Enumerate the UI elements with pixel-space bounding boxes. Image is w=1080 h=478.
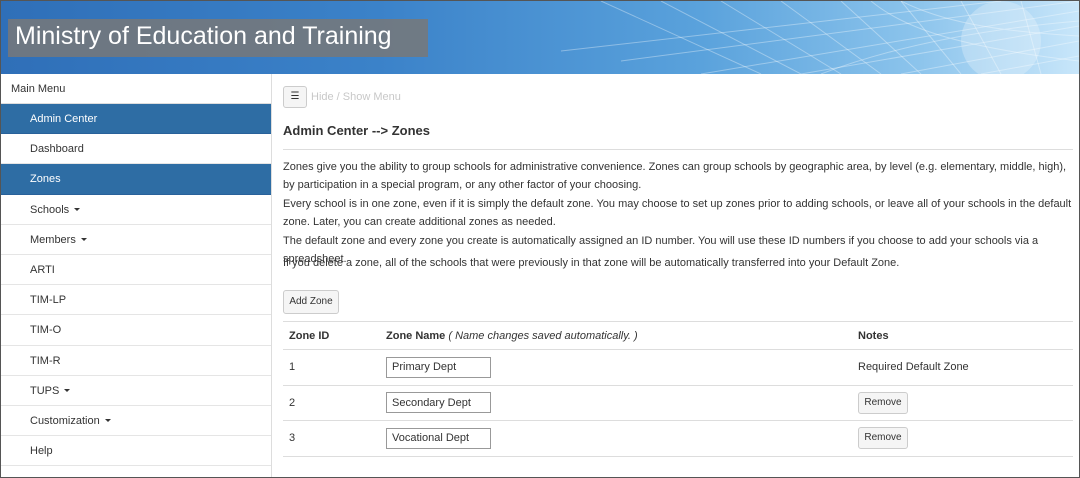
caret-down-icon xyxy=(74,208,81,212)
app-frame: Ministry of Education and Training Main … xyxy=(0,0,1080,478)
sidebar-item-help[interactable]: Help xyxy=(1,436,271,467)
sidebar-item-arti[interactable]: ARTI xyxy=(1,254,271,286)
table-header-row: Zone ID Zone Name ( Name changes saved a… xyxy=(283,321,1073,350)
zone-name-header-label: Zone Name xyxy=(386,329,446,342)
sidebar-item-schools[interactable]: Schools xyxy=(1,194,271,225)
sidebar-item-label: TIM-O xyxy=(30,324,62,337)
sidebar-item-admin-center[interactable]: Admin Center xyxy=(1,104,271,135)
sidebar-item-label: Admin Center xyxy=(30,113,98,125)
sidebar-item-zones[interactable]: Zones xyxy=(1,164,271,195)
zone-name-cell xyxy=(380,385,852,421)
column-header-notes: Notes xyxy=(852,321,1073,350)
caret-down-icon xyxy=(64,389,71,393)
intro-paragraph: Zones give you the ability to group scho… xyxy=(283,161,1067,191)
sidebar-item-tim-r[interactable]: TIM-R xyxy=(1,345,271,376)
zone-name-input[interactable] xyxy=(386,356,491,378)
zone-id-cell: 2 xyxy=(283,385,380,421)
sidebar-item-tim-o[interactable]: TIM-O xyxy=(1,315,271,346)
sidebar: Main Menu Admin Center Dashboard Zones S… xyxy=(1,74,272,477)
page-title: Admin Center --> Zones xyxy=(283,123,430,138)
zone-name-cell xyxy=(380,349,852,386)
hamburger-icon: ☰ xyxy=(290,91,300,102)
sidebar-item-customization[interactable]: Customization xyxy=(1,405,271,437)
table-row: 2 Remove xyxy=(283,385,1073,421)
intro-paragraph: Every school is in one zone, even if it … xyxy=(283,198,1072,228)
zones-table: Zone ID Zone Name ( Name changes saved a… xyxy=(283,321,1073,457)
sidebar-item-label: Zones xyxy=(30,173,61,186)
sidebar-item-label: TIM-LP xyxy=(30,294,67,307)
menu-toggle-label[interactable]: Hide / Show Menu xyxy=(311,91,401,103)
sidebar-item-tups[interactable]: TUPS xyxy=(1,375,271,406)
remove-zone-button[interactable]: Remove xyxy=(858,391,908,414)
remove-zone-button[interactable]: Remove xyxy=(858,427,908,450)
sidebar-item-dashboard[interactable]: Dashboard xyxy=(1,134,271,165)
add-zone-button[interactable]: Add Zone xyxy=(283,290,339,314)
sidebar-item-label: TUPS xyxy=(30,384,60,397)
divider xyxy=(283,149,1073,150)
menu-toggle-button[interactable]: ☰ xyxy=(283,86,307,108)
zone-notes-cell: Required Default Zone xyxy=(852,349,1073,386)
table-row: 1 Required Default Zone xyxy=(283,349,1073,386)
sidebar-item-label: ARTI xyxy=(30,263,55,276)
sidebar-item-label: Schools xyxy=(30,203,70,216)
sidebar-item-members[interactable]: Members xyxy=(1,224,271,255)
zone-notes-cell: Remove xyxy=(852,420,1073,457)
sidebar-item-label: Customization xyxy=(30,414,100,427)
sidebar-item-label: TIM-R xyxy=(30,354,61,367)
caret-down-icon xyxy=(104,419,111,423)
caret-down-icon xyxy=(80,238,87,242)
column-header-zone-id: Zone ID xyxy=(283,321,380,350)
sidebar-item-label: Dashboard xyxy=(30,143,84,156)
sidebar-heading: Main Menu xyxy=(1,74,271,104)
zone-name-hint: ( Name changes saved automatically. ) xyxy=(448,329,638,342)
sidebar-item-tim-lp[interactable]: TIM-LP xyxy=(1,285,271,316)
sidebar-item-label: Help xyxy=(30,445,53,458)
intro-paragraph: If you delete a zone, all of the schools… xyxy=(283,257,900,269)
zone-name-input[interactable] xyxy=(386,427,491,449)
zone-id-cell: 3 xyxy=(283,420,380,457)
zone-id-cell: 1 xyxy=(283,349,380,386)
sidebar-item-label: Members xyxy=(30,233,76,246)
zone-name-input[interactable] xyxy=(386,392,491,414)
header-banner: Ministry of Education and Training xyxy=(1,1,1079,74)
zone-notes-cell: Remove xyxy=(852,385,1073,421)
column-header-zone-name: Zone Name ( Name changes saved automatic… xyxy=(380,321,852,350)
table-row: 3 Remove xyxy=(283,420,1073,457)
zone-name-cell xyxy=(380,420,852,457)
site-title: Ministry of Education and Training xyxy=(15,22,392,50)
